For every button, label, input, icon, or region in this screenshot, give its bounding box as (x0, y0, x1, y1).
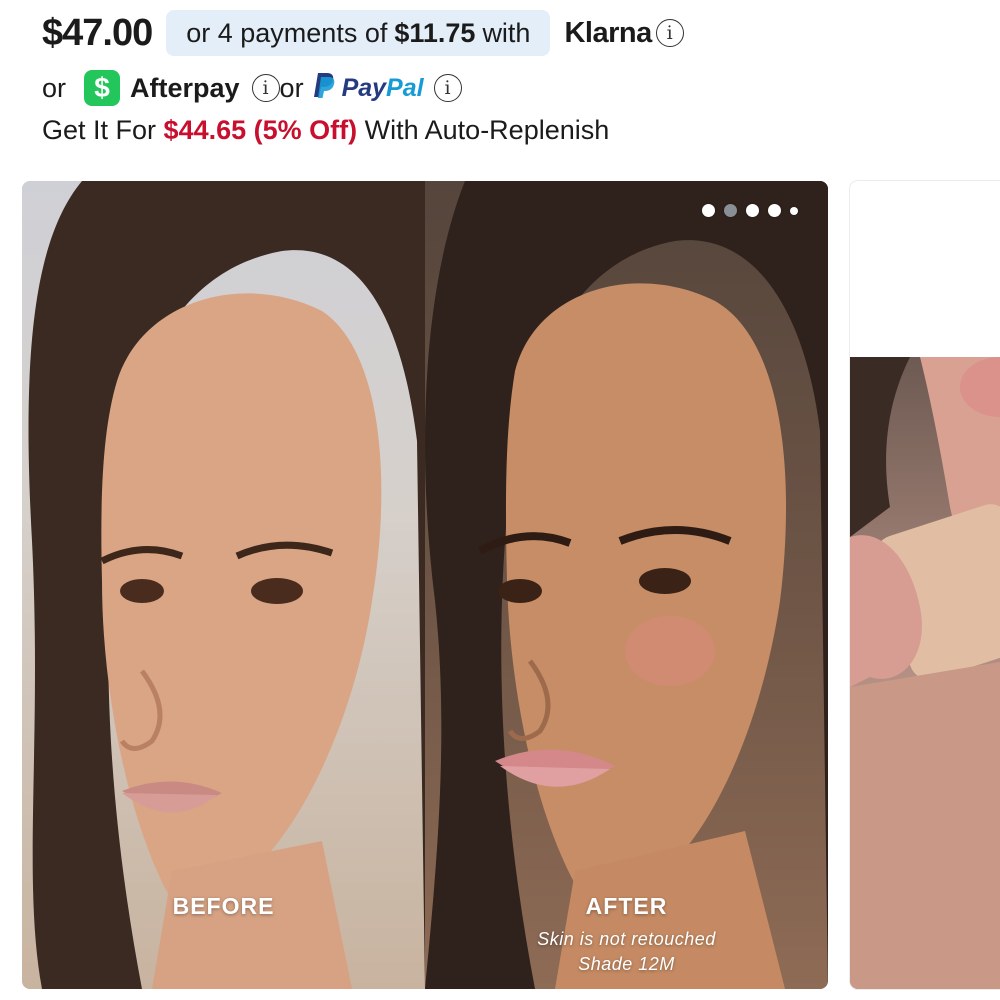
klarna-installments-pill[interactable]: or 4 payments of $11.75 with (166, 10, 551, 56)
klarna-installment-amount: $11.75 (394, 17, 476, 48)
afterpay-label: Afterpay (130, 72, 240, 103)
carousel-dot[interactable] (702, 204, 715, 217)
after-image: AFTER Skin is not retouched Shade 12M (425, 181, 828, 989)
payment-options-row: or $ Afterpay i or PayPal i (42, 64, 462, 112)
paypal-logo-pay: Pay (341, 73, 387, 102)
klarna-suffix: with (482, 17, 531, 48)
product-image-gallery[interactable]: BEFORE AFTER Skin is not retouched Shade… (22, 181, 828, 989)
after-note: Skin is not retouched (537, 929, 716, 949)
before-label: BEFORE (172, 893, 275, 919)
paypal-info-icon[interactable]: i (433, 74, 462, 102)
replenish-prefix: Get It For (42, 115, 157, 145)
afterpay-info-icon[interactable]: i (251, 74, 280, 102)
paypal-icon (312, 71, 336, 106)
carousel-dot-active[interactable] (724, 204, 737, 217)
paypal-logo: PayPal (342, 74, 424, 103)
product-price: $47.00 (42, 11, 153, 54)
carousel-pagination-dots (702, 204, 798, 217)
after-shade: Shade 12M (578, 954, 675, 974)
carousel-dot[interactable] (768, 204, 781, 217)
cashapp-icon: $ (84, 70, 121, 106)
next-video-thumbnail (850, 357, 1000, 989)
before-image: BEFORE (22, 181, 425, 989)
klarna-prefix: or 4 payments of (186, 17, 388, 48)
klarna-logo: Klarna (564, 16, 652, 49)
paypal-logo-pal: Pal (386, 73, 424, 102)
price-row: $47.00 or 4 payments of $11.75 with Klar… (42, 8, 684, 58)
replenish-deal-price: $44.65 (5% Off) (163, 115, 358, 145)
carousel-dot[interactable] (746, 204, 759, 217)
or-text: or (279, 72, 304, 103)
after-label: AFTER (585, 893, 668, 919)
carousel-dot[interactable] (790, 206, 798, 215)
auto-replenish-line: Get It For $44.65 (5% Off) With Auto-Rep… (42, 115, 609, 146)
or-text: or (42, 72, 67, 103)
klarna-info-icon[interactable]: i (655, 19, 684, 47)
next-gallery-item[interactable] (850, 181, 1000, 989)
replenish-suffix: With Auto-Replenish (364, 115, 610, 145)
